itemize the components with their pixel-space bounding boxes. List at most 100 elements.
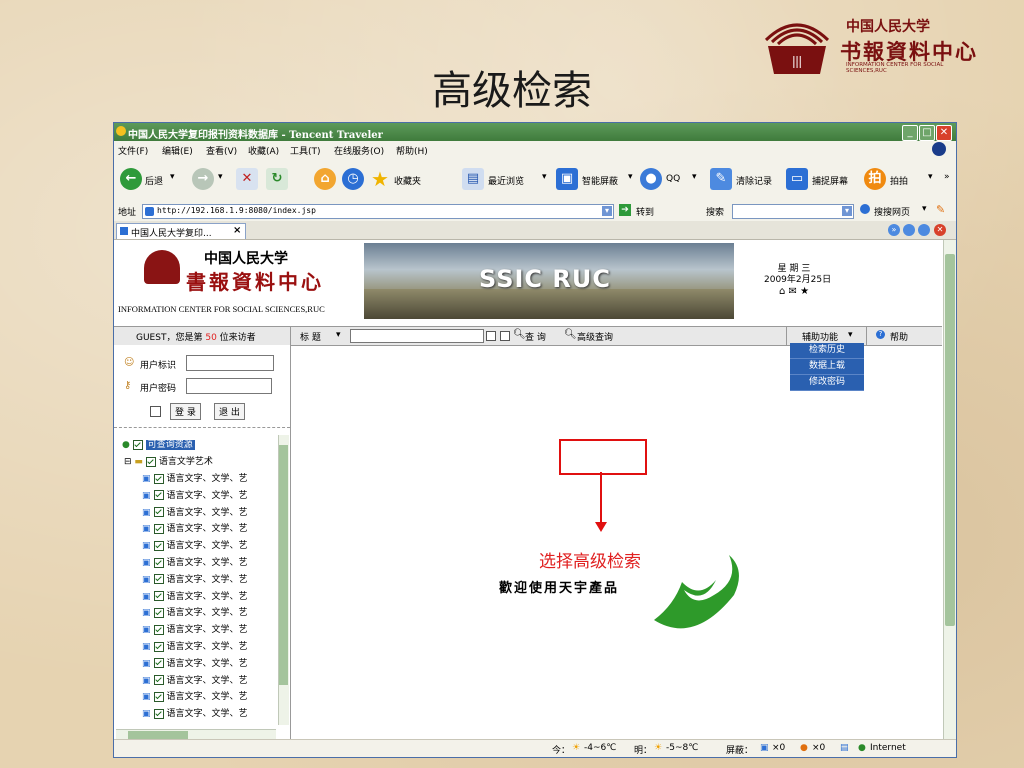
- aux-functions-menu[interactable]: 辅助功能: [802, 330, 838, 343]
- minimize-button[interactable]: _: [902, 125, 918, 141]
- history-clock-icon[interactable]: ◷: [342, 168, 364, 190]
- recent-browse-icon[interactable]: ▤: [462, 168, 484, 190]
- menu-change-password[interactable]: 修改密码: [790, 375, 864, 391]
- advanced-search-link[interactable]: 高级查询: [577, 330, 613, 343]
- close-button[interactable]: ✕: [936, 125, 952, 141]
- smart-block-icon[interactable]: ▣: [556, 168, 578, 190]
- page-scroll-thumb[interactable]: [945, 254, 955, 626]
- tree-leaf-checkbox[interactable]: [153, 540, 164, 551]
- search-dropdown-icon[interactable]: ▾: [842, 206, 852, 216]
- go-arrow-icon[interactable]: ➔: [619, 204, 631, 216]
- tree-leaf-checkbox[interactable]: [153, 473, 164, 484]
- tree-category[interactable]: ⊟ ▬ 语言文学艺术: [124, 454, 213, 470]
- tree-leaf-checkbox[interactable]: [153, 507, 164, 518]
- forward-arrow-icon[interactable]: →: [192, 168, 214, 190]
- remember-checkbox[interactable]: [150, 406, 161, 417]
- tree-leaf-item[interactable]: ▣ 语言文字、文学、艺: [142, 471, 248, 487]
- tree-leaf-item[interactable]: ▣ 语言文字、文学、艺: [142, 538, 248, 554]
- menu-view[interactable]: 查看(V): [206, 144, 237, 157]
- tree-leaf-checkbox[interactable]: [153, 490, 164, 501]
- back-dropdown-icon[interactable]: ▾: [170, 172, 175, 182]
- tree-category-checkbox[interactable]: [145, 456, 156, 467]
- maximize-button[interactable]: □: [919, 125, 935, 141]
- back-button-label[interactable]: 后退: [145, 174, 163, 187]
- tree-hscroll-thumb[interactable]: [128, 731, 188, 739]
- logout-button[interactable]: 退 出: [214, 403, 245, 420]
- tree-leaf-checkbox[interactable]: [153, 691, 164, 702]
- tree-leaf-item[interactable]: ▣ 语言文字、文学、艺: [142, 572, 248, 588]
- mail-icon[interactable]: ✉: [789, 286, 797, 297]
- menu-online-service[interactable]: 在线服务(O): [334, 144, 384, 157]
- search-field-dropdown-icon[interactable]: ▾: [336, 330, 341, 340]
- tree-leaf-checkbox[interactable]: [153, 591, 164, 602]
- tree-leaf-item[interactable]: ▣ 语言文字、文学、艺: [142, 689, 248, 705]
- recent-browse-label[interactable]: 最近浏览: [488, 174, 524, 187]
- password-input[interactable]: [186, 378, 272, 394]
- option-checkbox-2[interactable]: [500, 331, 510, 341]
- tree-leaf-item[interactable]: ▣ 语言文字、文学、艺: [142, 488, 248, 504]
- tab-next-icon[interactable]: [918, 224, 930, 236]
- clear-records-label[interactable]: 清除记录: [736, 174, 772, 187]
- clear-records-icon[interactable]: ✎: [710, 168, 732, 190]
- forward-dropdown-icon[interactable]: ▾: [218, 172, 223, 182]
- tree-leaf-checkbox[interactable]: [153, 624, 164, 635]
- tree-leaf-item[interactable]: ▣ 语言文字、文学、艺: [142, 589, 248, 605]
- tree-root-checkbox[interactable]: [132, 439, 143, 450]
- tree-leaf-item[interactable]: ▣ 语言文字、文学、艺: [142, 521, 248, 537]
- tree-leaf-item[interactable]: ▣ 语言文字、文学、艺: [142, 639, 248, 655]
- tree-leaf-item[interactable]: ▣ 语言文字、文学、艺: [142, 706, 248, 722]
- help-link[interactable]: 帮助: [890, 330, 908, 343]
- bookmark-icon[interactable]: ★: [800, 286, 809, 297]
- address-dropdown-icon[interactable]: ▾: [602, 206, 612, 216]
- tree-leaf-item[interactable]: ▣ 语言文字、文学、艺: [142, 656, 248, 672]
- menu-favorites[interactable]: 收藏(A): [248, 144, 279, 157]
- menu-edit[interactable]: 编辑(E): [162, 144, 193, 157]
- tab-active[interactable]: 中国人民大学复印... ×: [116, 223, 246, 239]
- tree-leaf-item[interactable]: ▣ 语言文字、文学、艺: [142, 555, 248, 571]
- tab-prev-icon[interactable]: [903, 224, 915, 236]
- tree-leaf-item[interactable]: ▣ 语言文字、文学、艺: [142, 622, 248, 638]
- tree-expand-icon[interactable]: ⊟: [124, 457, 132, 467]
- recent-dropdown-icon[interactable]: ▾: [542, 172, 547, 182]
- save-icon[interactable]: ▤: [840, 743, 849, 753]
- smart-block-label[interactable]: 智能屏蔽: [582, 174, 618, 187]
- tree-leaf-checkbox[interactable]: [153, 708, 164, 719]
- aux-dropdown-icon[interactable]: ▾: [848, 330, 853, 340]
- toolbar-overflow-icon[interactable]: »: [944, 172, 950, 182]
- address-input[interactable]: http://192.168.1.9:8080/index.jsp ▾: [142, 204, 614, 219]
- qq-dropdown-icon[interactable]: ▾: [692, 172, 697, 182]
- search-input[interactable]: ▾: [732, 204, 854, 219]
- page-vertical-scrollbar[interactable]: [943, 240, 956, 739]
- keyword-input[interactable]: [350, 329, 484, 343]
- tree-leaf-checkbox[interactable]: [153, 658, 164, 669]
- tree-leaf-checkbox[interactable]: [153, 574, 164, 585]
- user-id-input[interactable]: [186, 355, 274, 371]
- qq-penguin-icon[interactable]: ●: [640, 168, 662, 190]
- tree-vertical-scrollbar[interactable]: [278, 435, 289, 725]
- tree-leaf-checkbox[interactable]: [153, 641, 164, 652]
- highlight-pen-icon[interactable]: ✎: [936, 203, 945, 216]
- tree-leaf-item[interactable]: ▣ 语言文字、文学、艺: [142, 605, 248, 621]
- option-checkbox-1[interactable]: [486, 331, 496, 341]
- favorites-star-icon[interactable]: ★: [369, 168, 391, 190]
- capture-screen-icon[interactable]: ▭: [786, 168, 808, 190]
- tree-leaf-checkbox[interactable]: [153, 607, 164, 618]
- tab-list-icon[interactable]: »: [888, 224, 900, 236]
- menu-help[interactable]: 帮助(H): [396, 144, 428, 157]
- paipai-icon[interactable]: 拍: [864, 168, 886, 190]
- paipai-label[interactable]: 拍拍: [890, 174, 908, 187]
- tree-leaf-item[interactable]: ▣ 语言文字、文学、艺: [142, 673, 248, 689]
- tree-leaf-checkbox[interactable]: [153, 675, 164, 686]
- tree-root[interactable]: ● 可查询资源: [122, 437, 195, 453]
- go-button[interactable]: 转到: [636, 205, 654, 218]
- home-icon[interactable]: ⌂: [779, 286, 785, 297]
- login-button[interactable]: 登 录: [170, 403, 201, 420]
- search-field-select[interactable]: 标 题: [300, 330, 321, 343]
- favorites-label[interactable]: 收藏夹: [394, 174, 421, 187]
- tree-leaf-item[interactable]: ▣ 语言文字、文学、艺: [142, 505, 248, 521]
- menu-tools[interactable]: 工具(T): [290, 144, 321, 157]
- paipai-dropdown-icon[interactable]: ▾: [928, 172, 933, 182]
- tab-close-all-icon[interactable]: ✕: [934, 224, 946, 236]
- capture-screen-label[interactable]: 捕捉屏幕: [812, 174, 848, 187]
- menu-search-history[interactable]: 检索历史: [790, 343, 864, 359]
